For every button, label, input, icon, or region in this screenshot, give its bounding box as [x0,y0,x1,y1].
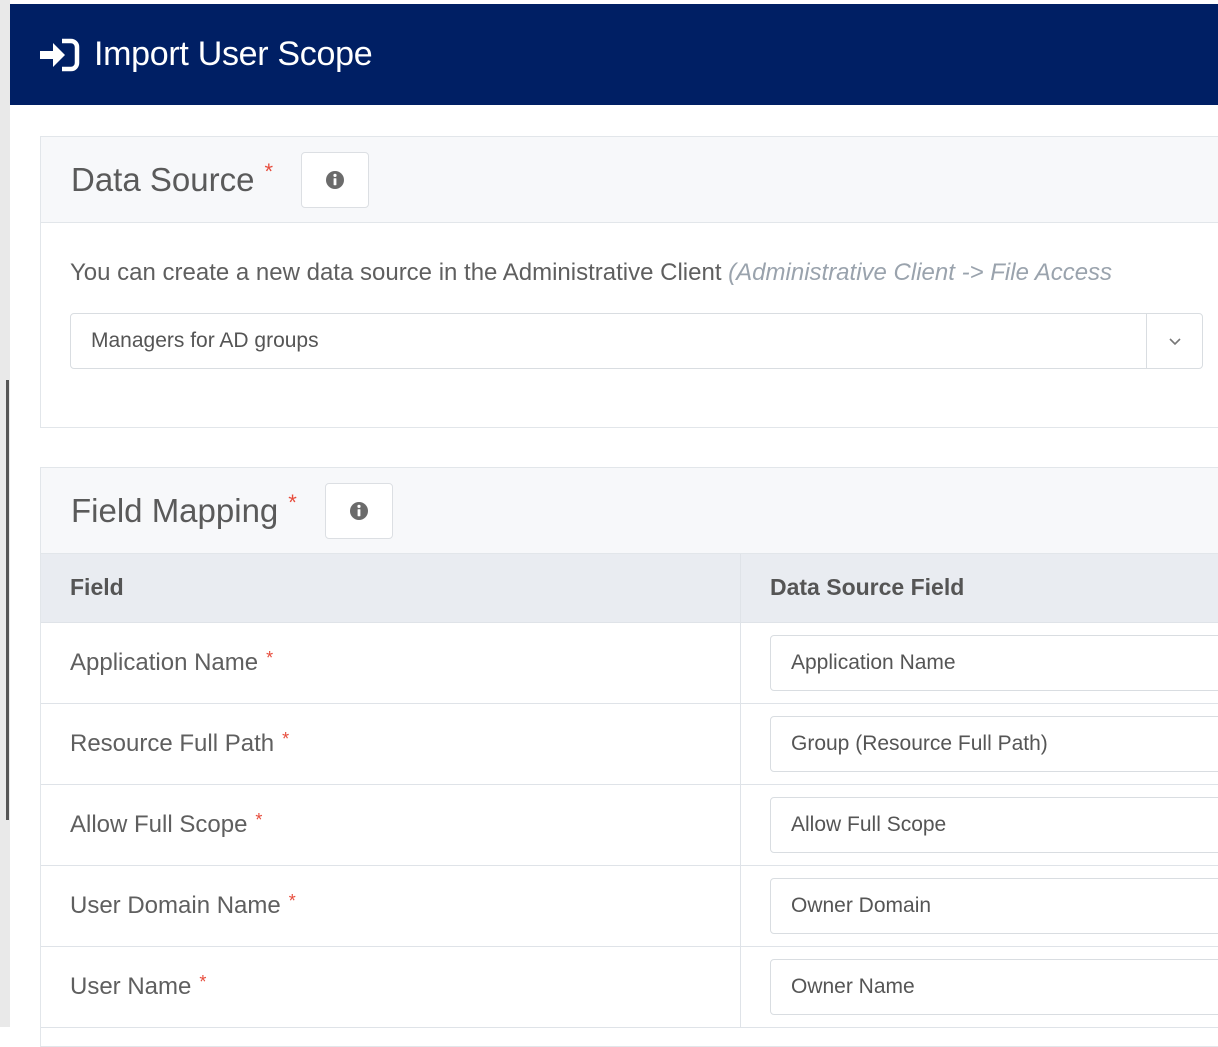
data-source-title: Data Source [71,161,254,199]
field-label: User Domain Name [70,892,281,919]
required-marker: * [289,891,296,911]
field-cell: Resource Full Path * [41,703,741,784]
table-row: Allow Full Scope * Allow Full Scope [41,784,1218,865]
field-mapping-table: Field Data Source Field Application Name… [41,554,1218,1028]
data-source-select[interactable]: Managers for AD groups [70,313,1203,369]
info-circle-icon [325,170,345,190]
hint-path: (Administrative Client -> File Access [728,259,1112,286]
data-source-info-button[interactable] [301,152,369,208]
select-toggle[interactable] [1146,314,1202,368]
field-mapping-header: Field Mapping * [41,468,1218,554]
data-source-field-select[interactable]: Owner Name [770,959,1218,1015]
field-cell: Allow Full Scope * [41,784,741,865]
data-source-field-select[interactable]: Allow Full Scope [770,797,1218,853]
required-marker: * [266,648,273,668]
data-source-body: You can create a new data source in the … [41,223,1218,429]
data-source-hint: You can create a new data source in the … [70,259,1218,287]
data-source-field-cell: Owner Domain [741,865,1218,946]
data-source-field-cell: Allow Full Scope [741,784,1218,865]
field-mapping-title: Field Mapping [71,492,278,530]
dialog-title: Import User Scope [94,35,372,74]
window-left-edge [0,0,10,1027]
data-source-field-cell: Application Name [741,622,1218,703]
column-header-data-source-field: Data Source Field [741,554,1218,622]
required-marker: * [199,972,206,992]
table-row: Resource Full Path * Group (Resource Full… [41,703,1218,784]
data-source-field-select[interactable]: Owner Domain [770,878,1218,934]
field-cell: User Domain Name * [41,865,741,946]
required-marker: * [255,810,262,830]
data-source-field-select[interactable]: Group (Resource Full Path) [770,716,1218,772]
required-marker: * [282,729,289,749]
field-label: Allow Full Scope [70,811,247,838]
hint-text: You can create a new data source in the … [70,259,728,286]
column-header-field: Field [41,554,741,622]
table-row: User Domain Name * Owner Domain [41,865,1218,946]
required-marker: * [264,159,273,185]
required-marker: * [288,490,297,516]
data-source-header: Data Source * [41,137,1218,223]
title-bar: Import User Scope [10,4,1218,105]
chevron-down-icon [1168,337,1182,346]
field-mapping-info-button[interactable] [325,483,393,539]
field-label: User Name [70,973,191,1000]
sign-in-icon [38,38,80,72]
info-circle-icon [349,501,369,521]
data-source-selected-value: Managers for AD groups [71,329,319,353]
field-cell: Application Name * [41,622,741,703]
data-source-panel: Data Source * You can create a new data … [40,136,1218,428]
field-mapping-panel: Field Mapping * Field Data Source Field … [40,467,1218,1047]
data-source-field-select[interactable]: Application Name [770,635,1218,691]
data-source-field-cell: Group (Resource Full Path) [741,703,1218,784]
field-label: Application Name [70,649,258,676]
data-source-field-cell: Owner Name [741,946,1218,1027]
table-row: Application Name * Application Name [41,622,1218,703]
field-label: Resource Full Path [70,730,274,757]
table-header-row: Field Data Source Field [41,554,1218,622]
field-cell: User Name * [41,946,741,1027]
table-row: User Name * Owner Name [41,946,1218,1027]
